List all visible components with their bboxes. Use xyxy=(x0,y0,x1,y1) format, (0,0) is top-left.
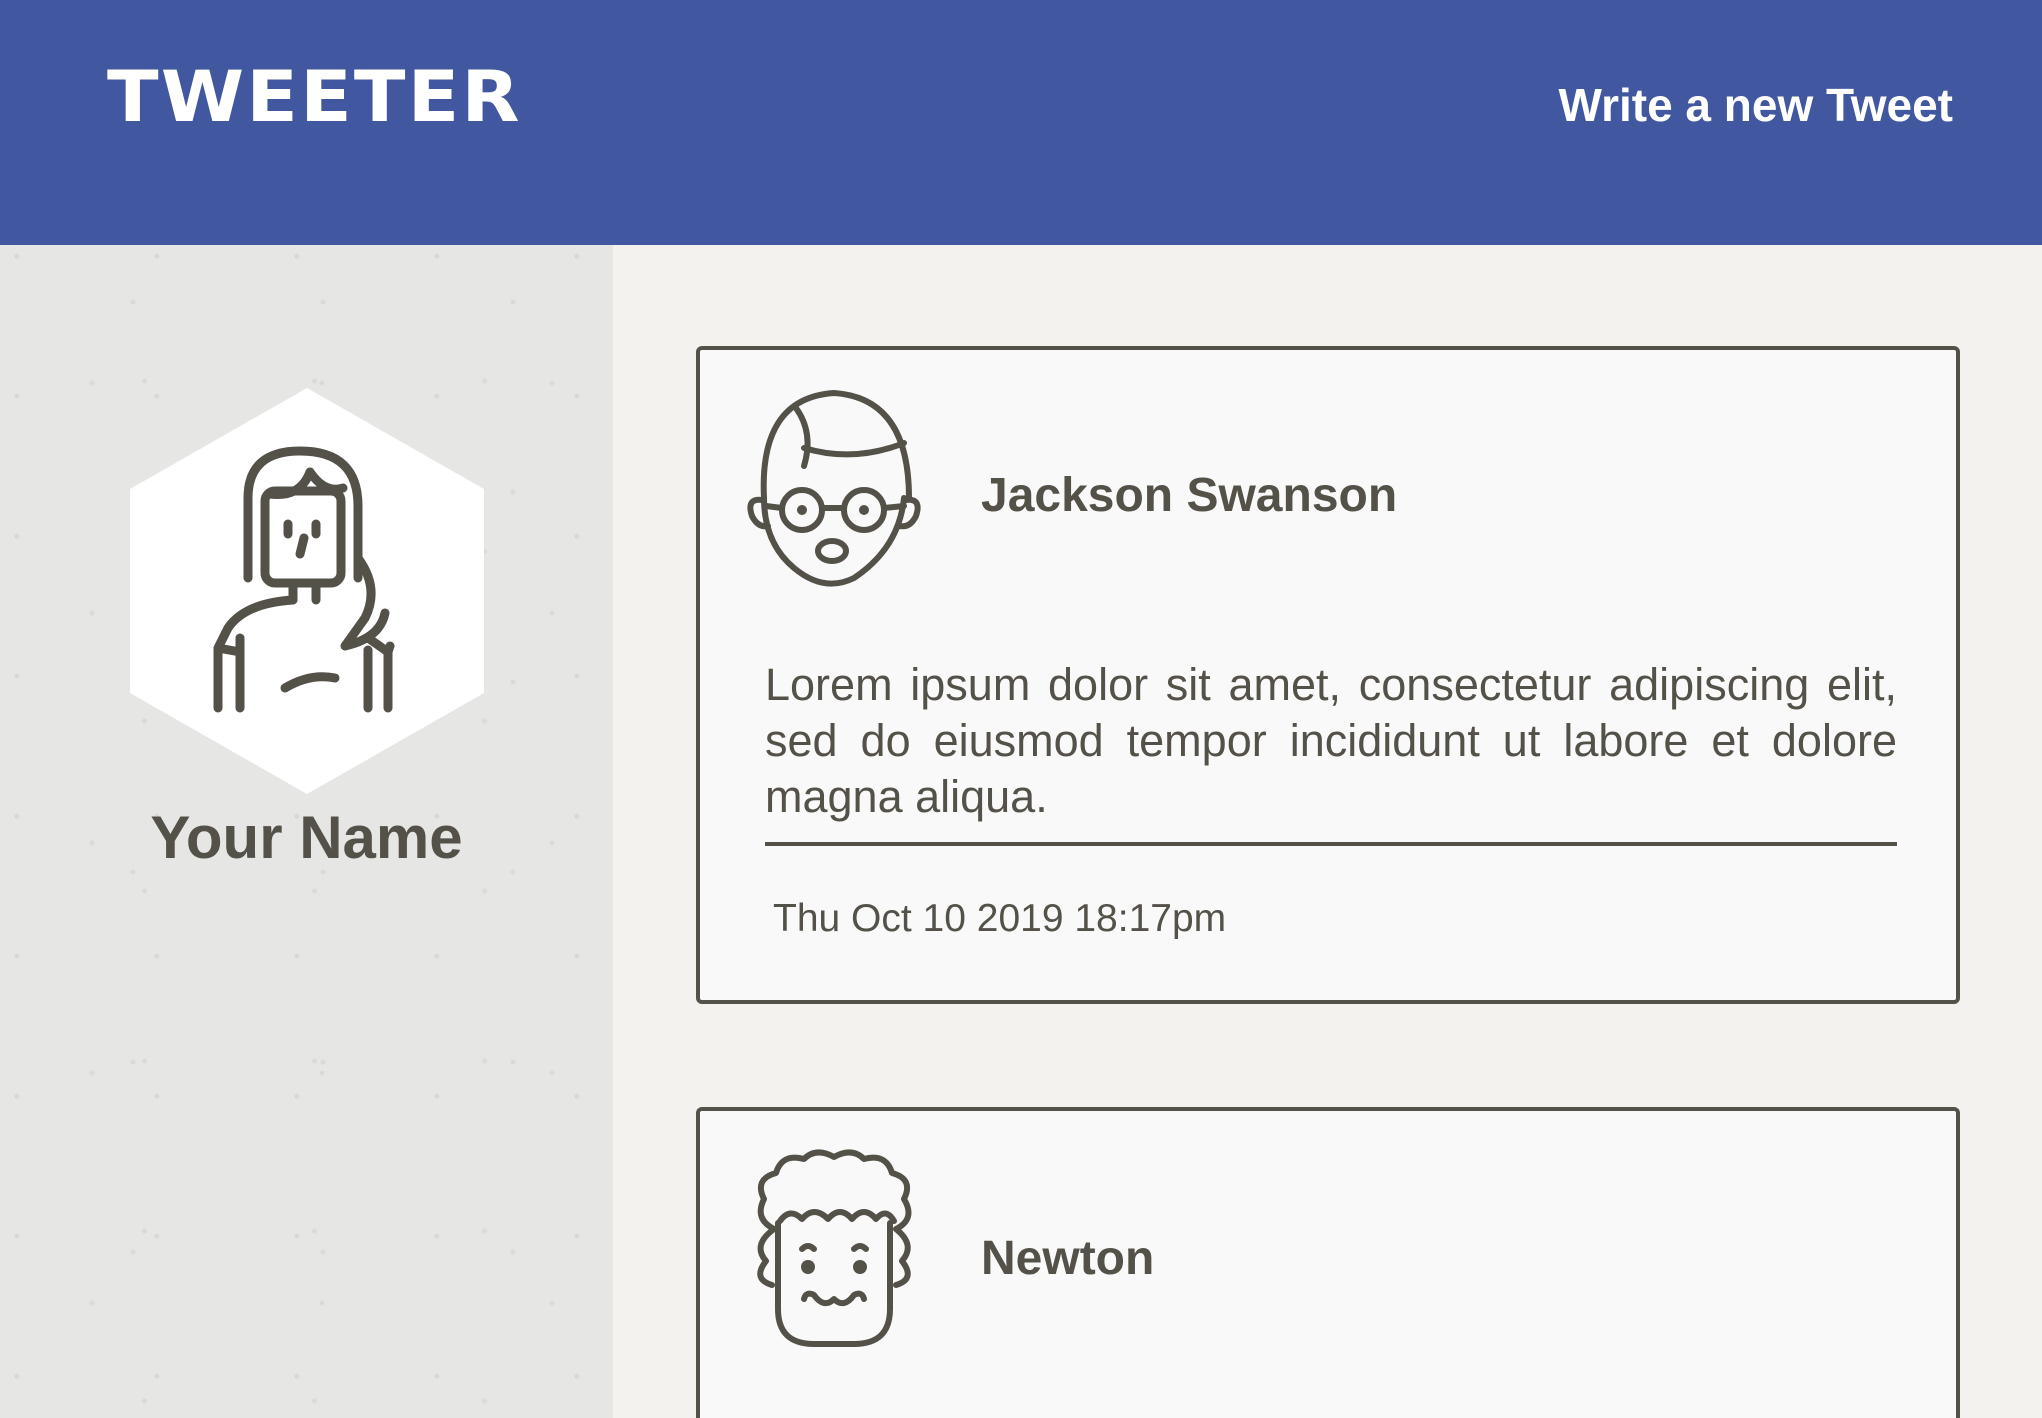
profile-sidebar: Your Name xyxy=(0,245,613,1418)
tweet-feed: Jackson Swanson Lorem ipsum dolor sit am… xyxy=(613,245,2042,1418)
glasses-avatar-icon xyxy=(747,390,921,587)
write-new-tweet-link[interactable]: Write a new Tweet xyxy=(1558,82,1953,128)
tweet-timestamp: Thu Oct 10 2019 18:17pm xyxy=(773,897,1227,940)
tweet-card: Newton xyxy=(696,1107,1960,1418)
profile-avatar xyxy=(130,388,484,794)
top-navbar: TWEETER Write a new Tweet xyxy=(0,0,2042,245)
brand-logo[interactable]: TWEETER xyxy=(107,62,522,132)
profile-name: Your Name xyxy=(150,804,463,871)
tweet-author[interactable]: Jackson Swanson xyxy=(981,472,1397,520)
tweet-content: Lorem ipsum dolor sit amet, consectetur … xyxy=(765,659,1897,822)
page: TWEETER Write a new Tweet Your Name Jack… xyxy=(0,0,2042,1418)
curly-hair-avatar-icon xyxy=(757,1149,912,1347)
tweet-author[interactable]: Newton xyxy=(981,1235,1154,1283)
tweet-card: Jackson Swanson Lorem ipsum dolor sit am… xyxy=(696,346,1960,1004)
tweet-divider xyxy=(765,842,1897,846)
